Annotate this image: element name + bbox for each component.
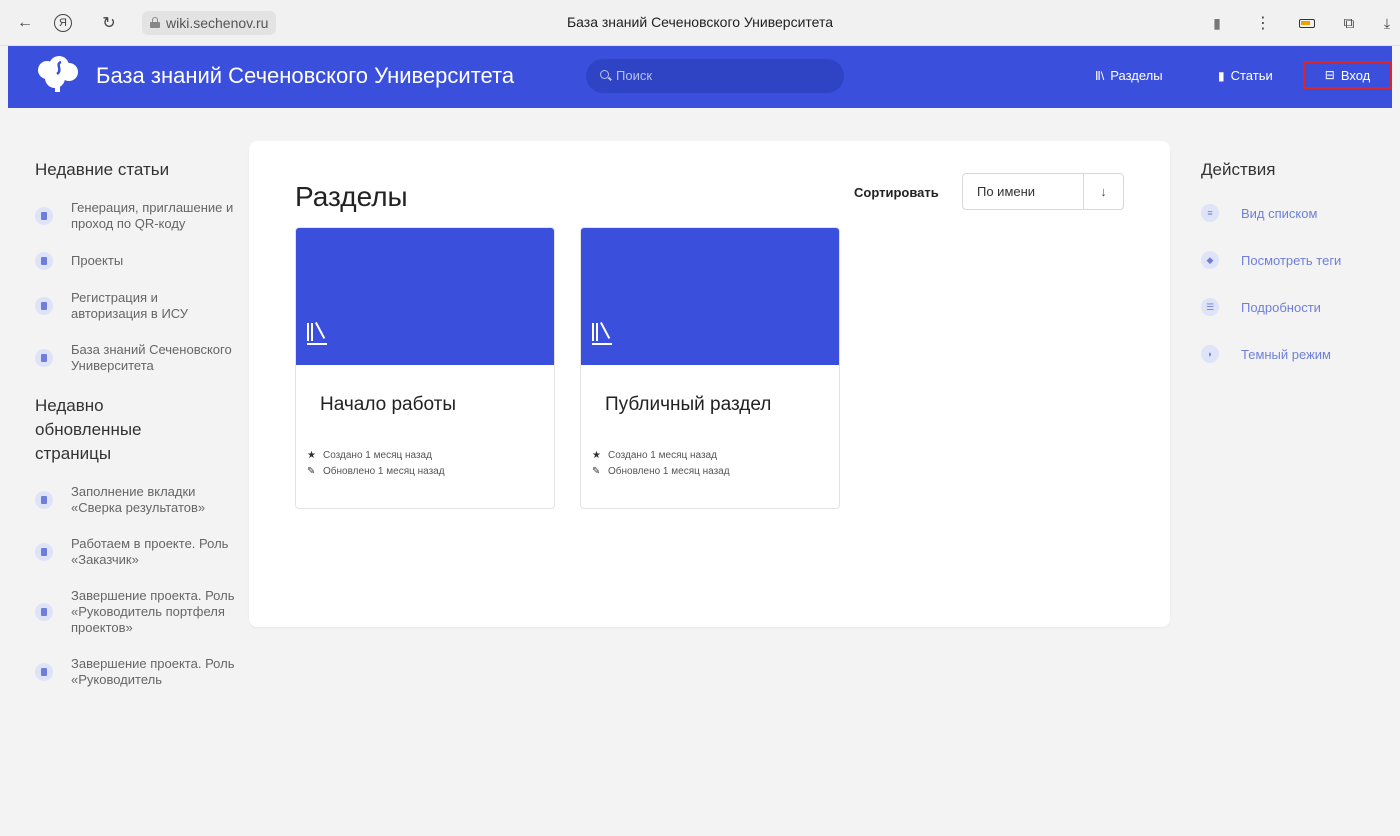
search-icon <box>600 70 609 79</box>
reload-icon[interactable]: ↻ <box>98 12 120 34</box>
tag-icon: ◆ <box>1201 251 1219 269</box>
sort-label: Сортировать <box>854 185 939 200</box>
recent-page-item[interactable]: Завершение проекта. Роль «Руководитель п… <box>35 588 235 636</box>
login-label: Вход <box>1340 67 1371 83</box>
page-icon <box>35 491 53 509</box>
back-arrow-icon[interactable]: ← <box>14 12 36 34</box>
created-meta: ★ Создано 1 месяц назад <box>592 450 717 461</box>
action-list-view[interactable]: ≡ Вид списком <box>1201 204 1391 222</box>
left-sidebar: Недавние статьи Генерация, приглашение и… <box>35 130 235 708</box>
search-input[interactable]: Поиск <box>586 59 844 93</box>
pencil-icon: ✎ <box>307 466 316 477</box>
page-icon <box>35 543 53 561</box>
login-button[interactable]: ⊟ Вход <box>1303 61 1392 89</box>
action-view-tags[interactable]: ◆ Посмотреть теги <box>1201 251 1391 269</box>
page-icon <box>35 663 53 681</box>
created-meta: ★ Создано 1 месяц назад <box>307 450 432 461</box>
downloads-icon[interactable]: ⤓ <box>1376 12 1398 34</box>
star-icon: ★ <box>307 450 316 461</box>
page-title: Разделы <box>295 181 408 212</box>
recent-page-item[interactable]: Заполнение вкладки «Сверка результатов» <box>35 484 235 516</box>
article-icon <box>35 207 53 225</box>
article-icon <box>35 297 53 315</box>
url-text: wiki.sechenov.ru <box>166 15 269 31</box>
lock-icon <box>150 17 160 28</box>
browser-tab-title: База знаний Сеченовского Университета <box>566 14 834 30</box>
sort-select[interactable]: По имени ↓ <box>962 173 1124 210</box>
yandex-icon[interactable]: Я <box>54 14 72 32</box>
recent-article-item[interactable]: Проекты <box>35 252 235 270</box>
address-bar[interactable]: wiki.sechenov.ru <box>142 11 277 35</box>
book-icon: ▮ <box>1218 68 1225 83</box>
recent-article-item[interactable]: База знаний Сеченовского Университета <box>35 342 235 374</box>
section-name[interactable]: Начало работы <box>320 394 456 416</box>
article-icon <box>35 252 53 270</box>
sort-direction-button[interactable]: ↓ <box>1083 174 1123 209</box>
right-sidebar: Действия ≡ Вид списком ◆ Посмотреть теги… <box>1201 130 1391 392</box>
library-icon: Ⅱ\ <box>1095 68 1105 83</box>
recent-page-item[interactable]: Завершение проекта. Роль «Руководитель <box>35 656 235 688</box>
extensions-icon[interactable]: ⧉ <box>1338 12 1360 34</box>
library-icon <box>592 322 612 345</box>
site-header: База знаний Сеченовского Университета По… <box>8 46 1392 108</box>
details-icon: ☰ <box>1201 298 1219 316</box>
recent-articles-list: Генерация, приглашение и проход по QR-ко… <box>35 200 235 374</box>
site-title[interactable]: База знаний Сеченовского Университета <box>96 63 514 89</box>
recent-pages-list: Заполнение вкладки «Сверка результатов» … <box>35 484 235 688</box>
nav-sections-link[interactable]: Ⅱ\ Разделы <box>1095 68 1163 83</box>
page-icon <box>35 603 53 621</box>
browser-toolbar: ← Я ↻ wiki.sechenov.ru База знаний Сечен… <box>0 0 1400 46</box>
star-icon: ★ <box>592 450 601 461</box>
sort-value[interactable]: По имени <box>963 174 1083 209</box>
recent-pages-heading: Недавно обновленные страницы <box>35 396 142 463</box>
action-details[interactable]: ☰ Подробности <box>1201 298 1391 316</box>
updated-meta: ✎ Обновлено 1 месяц назад <box>592 466 730 477</box>
updated-meta: ✎ Обновлено 1 месяц назад <box>307 466 445 477</box>
search-placeholder: Поиск <box>616 68 653 83</box>
actions-heading: Действия <box>1201 160 1276 179</box>
section-card[interactable]: Начало работы ★ Создано 1 месяц назад ✎ … <box>295 227 555 509</box>
nav-sections-label: Разделы <box>1110 68 1163 83</box>
section-name[interactable]: Публичный раздел <box>605 394 771 416</box>
university-logo-icon[interactable] <box>35 56 79 94</box>
article-icon <box>35 349 53 367</box>
recent-article-item[interactable]: Генерация, приглашение и проход по QR-ко… <box>35 200 235 232</box>
section-banner <box>581 228 839 365</box>
moon-icon: ◗ <box>1201 345 1219 363</box>
menu-dots-icon[interactable]: ⋮ <box>1252 12 1274 34</box>
battery-icon <box>1296 12 1318 34</box>
bookmark-icon[interactable]: ▮ <box>1206 12 1228 34</box>
nav-articles-link[interactable]: ▮ Статьи <box>1218 68 1273 83</box>
section-banner <box>296 228 554 365</box>
recent-articles-heading: Недавние статьи <box>35 160 170 179</box>
recent-page-item[interactable]: Работаем в проекте. Роль «Заказчик» <box>35 536 235 568</box>
pencil-icon: ✎ <box>592 466 601 477</box>
library-icon <box>307 322 327 345</box>
sections-panel: Разделы Сортировать По имени ↓ Начало ра… <box>249 141 1170 627</box>
recent-article-item[interactable]: Регистрация и авторизация в ИСУ <box>35 290 235 322</box>
list-icon: ≡ <box>1201 204 1219 222</box>
actions-list: ≡ Вид списком ◆ Посмотреть теги ☰ Подроб… <box>1201 204 1391 363</box>
nav-articles-label: Статьи <box>1230 68 1273 83</box>
login-icon: ⊟ <box>1324 68 1335 82</box>
section-card[interactable]: Публичный раздел ★ Создано 1 месяц назад… <box>580 227 840 509</box>
action-dark-mode[interactable]: ◗ Темный режим <box>1201 345 1391 363</box>
